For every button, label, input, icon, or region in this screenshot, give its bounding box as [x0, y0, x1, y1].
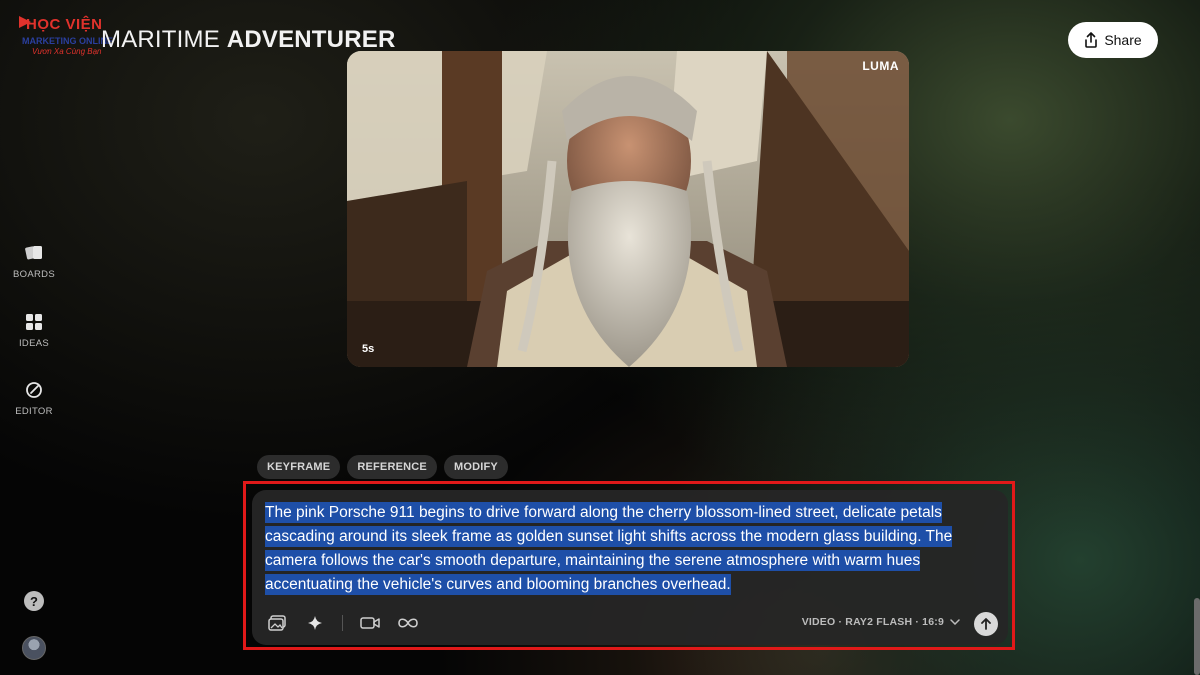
video-frame-image	[347, 51, 909, 367]
toolbar-divider	[342, 615, 343, 631]
mode-chips: KEYFRAME REFERENCE MODIFY	[257, 455, 508, 479]
video-preview[interactable]: LUMA 5s	[347, 51, 909, 367]
page-title-part1: MARITIME	[101, 26, 227, 53]
arrow-up-icon	[981, 618, 991, 630]
chip-modify[interactable]: MODIFY	[443, 455, 508, 479]
video-watermark: LUMA	[862, 59, 899, 73]
sidebar-item-ideas[interactable]: IDEAS	[0, 312, 68, 349]
share-label: Share	[1104, 32, 1142, 48]
help-button[interactable]: ?	[24, 591, 44, 611]
sidebar-item-editor[interactable]: EDITOR	[0, 380, 68, 417]
prompt-toolbar	[266, 612, 419, 634]
share-button[interactable]: Share	[1068, 22, 1158, 58]
share-icon	[1085, 32, 1098, 48]
sidebar-item-boards[interactable]: BOARDS	[0, 243, 68, 280]
submit-button[interactable]	[974, 612, 998, 636]
page-title: MARITIME ADVENTURER	[101, 26, 395, 54]
boards-icon	[24, 243, 44, 263]
logo-text-top: HỌC VIỆN	[26, 16, 103, 33]
logo-text-bottom: Vươn Xa Cùng Bạn	[32, 47, 102, 56]
avatar[interactable]	[22, 636, 46, 660]
ideas-icon	[24, 312, 44, 332]
video-duration: 5s	[362, 343, 375, 355]
video-camera-icon[interactable]	[359, 612, 381, 634]
chevron-down-icon	[950, 619, 960, 625]
chip-keyframe[interactable]: KEYFRAME	[257, 455, 341, 479]
sidebar: BOARDS IDEAS EDITOR ?	[0, 0, 68, 675]
sidebar-item-label: BOARDS	[13, 269, 55, 280]
model-selector-label: VIDEO · RAY2 FLASH · 16:9	[801, 616, 944, 628]
prompt-text-selected: The pink Porsche 911 begins to drive for…	[265, 502, 953, 595]
sidebar-item-label: IDEAS	[18, 338, 49, 349]
scrollbar[interactable]	[1194, 598, 1200, 675]
chip-reference[interactable]: REFERENCE	[347, 455, 437, 479]
sparkle-icon[interactable]	[304, 612, 326, 634]
prompt-input[interactable]: The pink Porsche 911 begins to drive for…	[265, 501, 1005, 597]
page-title-part2: ADVENTURER	[226, 26, 396, 53]
prompt-box[interactable]: The pink Porsche 911 begins to drive for…	[252, 490, 1008, 645]
logo-text-mid: MARKETING ONLINE	[22, 36, 113, 46]
image-upload-icon[interactable]	[266, 612, 288, 634]
sidebar-item-label: EDITOR	[15, 406, 53, 417]
editor-icon	[24, 380, 44, 400]
loop-icon[interactable]	[397, 612, 419, 634]
model-selector[interactable]: VIDEO · RAY2 FLASH · 16:9	[802, 616, 960, 628]
